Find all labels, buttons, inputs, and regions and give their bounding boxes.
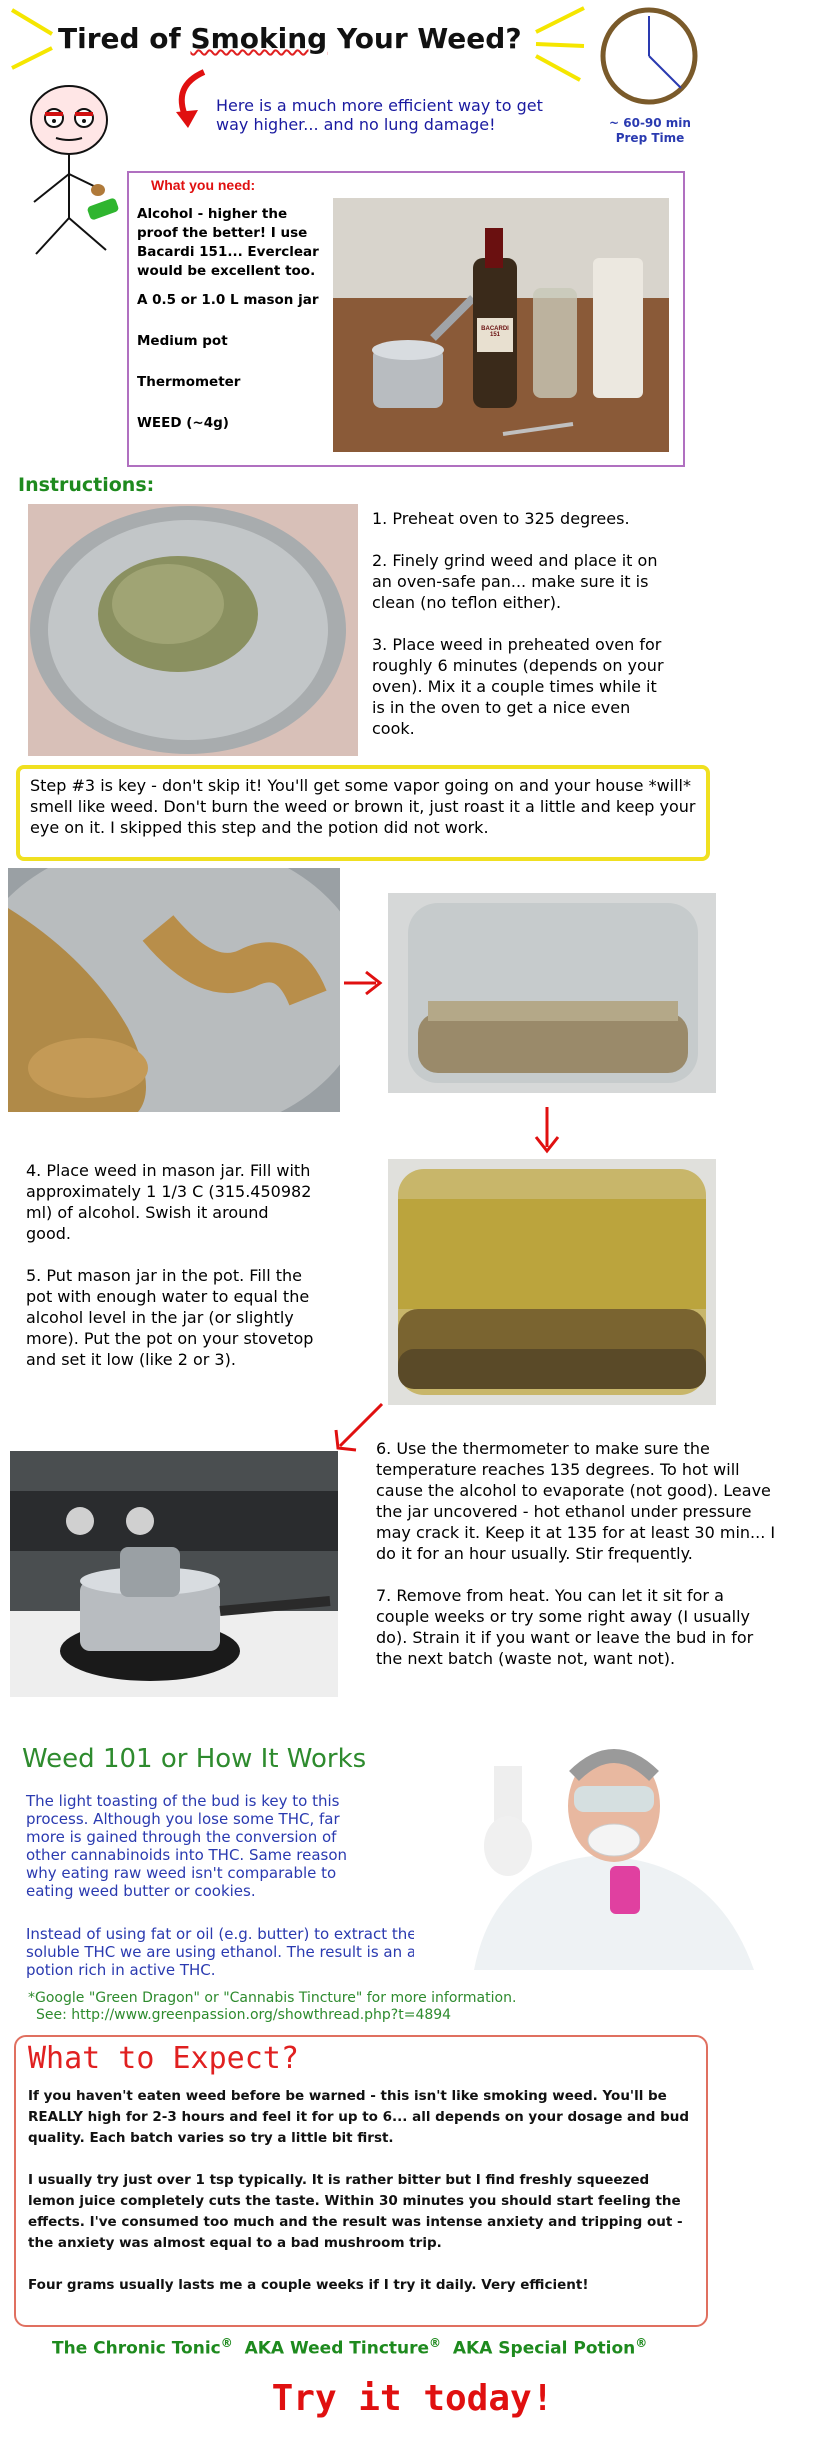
product-name: The Chronic Tonic — [52, 2338, 221, 2359]
expect-box: What to Expect? If you haven't eaten wee… — [14, 2035, 708, 2327]
need-item: WEED (~4g) — [137, 415, 229, 431]
roasted-weed-photo — [8, 868, 340, 1112]
steps-6-7: 6. Use the thermometer to make sure the … — [376, 1438, 776, 1690]
curved-arrow-icon — [176, 69, 206, 128]
key-note-box: Step #3 is key - don't skip it! You'll g… — [16, 765, 710, 861]
see-link[interactable]: See: http://www.greenpassion.org/showthr… — [28, 2007, 516, 2024]
jar-with-weed-photo — [388, 893, 716, 1093]
step-text: 1. Preheat oven to 325 degrees. — [372, 509, 630, 528]
need-heading: What you need: — [151, 177, 256, 193]
need-item: Thermometer — [137, 374, 241, 390]
expect-heading: What to Expect? — [28, 2041, 299, 2076]
header: Tired of Smoking Your Weed? ~ 60-90 min … — [0, 0, 825, 255]
more-info-text: *Google "Green Dragon" or "Cannabis Tinc… — [28, 1990, 517, 2006]
weed101-para1: The light toasting of the bud is key to … — [26, 1792, 348, 1900]
step-text: 5. Put mason jar in the pot. Fill the po… — [26, 1266, 314, 1369]
more-info: *Google "Green Dragon" or "Cannabis Tinc… — [28, 1990, 516, 2024]
need-item: A 0.5 or 1.0 L mason jar — [137, 292, 319, 308]
sparkle-left-icon — [10, 8, 54, 70]
stovetop-pot-photo — [10, 1451, 338, 1697]
steps-4-5: 4. Place weed in mason jar. Fill with ap… — [26, 1160, 316, 1391]
clock-icon — [600, 7, 698, 105]
product-name: AKA Weed Tincture — [244, 2338, 430, 2359]
expect-body: If you haven't eaten weed before be warn… — [28, 2086, 694, 2296]
intro-text: Here is a much more efficient way to get… — [216, 96, 543, 134]
product-name: AKA Special Potion — [452, 2338, 636, 2359]
ground-weed-pan-photo — [28, 504, 358, 756]
call-to-action: Try it today! — [271, 2378, 554, 2419]
arrow-right-icon — [344, 970, 383, 996]
need-box: What you need: Alcohol - higher the proo… — [127, 171, 685, 467]
step-text: 7. Remove from heat. You can let it sit … — [376, 1586, 754, 1668]
product-names: The Chronic Tonic® AKA Weed Tincture® AK… — [52, 2336, 648, 2359]
prep-time: ~ 60-90 min Prep Time — [609, 116, 691, 145]
stoner-character-icon — [30, 85, 119, 255]
expect-paragraph: If you haven't eaten weed before be warn… — [28, 2088, 690, 2146]
sparkle-right-icon — [535, 6, 585, 82]
scientist-photo — [414, 1716, 810, 1970]
weed101-heading: Weed 101 or How It Works — [22, 1744, 367, 1774]
arrow-down-icon — [534, 1107, 560, 1154]
steps-1-3: 1. Preheat oven to 325 degrees. 2. Finel… — [372, 508, 672, 760]
expect-paragraph: I usually try just over 1 tsp typically.… — [28, 2172, 683, 2251]
supplies-photo: BACARDI 151 — [333, 198, 669, 452]
step-text: 2. Finely grind weed and place it on an … — [372, 551, 658, 612]
jar-with-alcohol-photo — [388, 1159, 716, 1405]
step-text: 3. Place weed in preheated oven for roug… — [372, 635, 664, 738]
expect-paragraph: Four grams usually lasts me a couple wee… — [28, 2277, 589, 2293]
instructions-heading: Instructions: — [18, 474, 155, 496]
need-item: Medium pot — [137, 333, 228, 349]
need-list: Alcohol - higher the proof the better! I… — [137, 205, 327, 433]
page-title: Tired of Smoking Your Weed? — [58, 22, 522, 55]
step-text: 6. Use the thermometer to make sure the … — [376, 1439, 776, 1563]
bottle-label: BACARDI 151 — [481, 326, 509, 338]
key-note-text: Step #3 is key - don't skip it! You'll g… — [30, 776, 696, 837]
need-item: Alcohol - higher the proof the better! I… — [137, 206, 319, 279]
step-text: 4. Place weed in mason jar. Fill with ap… — [26, 1161, 312, 1243]
